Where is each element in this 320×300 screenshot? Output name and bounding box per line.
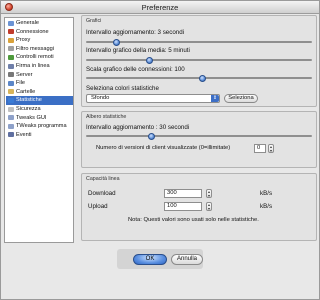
server-icon [8,72,14,78]
chevron-updown-icon: ⇕ [211,95,219,102]
sidebar-item-label: Eventi [16,131,32,138]
title-bar: Preferenze [1,1,319,14]
stats-tree-group-title: Albero statistiche [86,114,127,120]
line-capacity-group-title: Capacità linea [86,176,120,182]
update-interval-label: Intervallo aggiornamento: 3 secondi [86,29,185,36]
message-filter-icon [8,46,14,52]
download-unit: kB/s [260,190,273,197]
connections-scale-slider[interactable] [86,74,312,82]
stats-tree-group: Albero statistiche Intervallo aggiorname… [81,111,317,168]
tree-update-interval-thumb[interactable] [148,132,156,140]
general-icon [8,20,14,26]
statistics-panel: Grafici Intervallo aggiornamento: 3 seco… [79,15,319,245]
sidebar-item[interactable]: Connessione [6,28,73,36]
update-interval-slider[interactable] [86,38,312,46]
connections-scale-label: Scala grafico delle connessioni: 100 [86,66,185,73]
sidebar-item[interactable]: Controlli remoti [6,53,73,61]
sidebar-item-label: Proxy [16,37,31,44]
capacity-note: Nota: Questi valori sono usati solo nell… [128,217,259,223]
sidebar-item-label: Generale [16,20,40,26]
connections-scale-thumb[interactable] [198,74,206,82]
folder-icon [8,89,14,95]
average-interval-thumb[interactable] [146,56,154,64]
sidebar-item-label: Cartelle [16,88,36,95]
upload-unit: kB/s [260,203,273,210]
select-color-button[interactable]: Seleziona [224,94,258,103]
sidebar-item[interactable]: File [6,79,73,87]
preferences-window: Preferenze Generale Connessione Proxy Filtr… [0,0,320,300]
download-label: Download [88,190,116,197]
sidebar-item[interactable]: Tweaks GUI [6,114,73,122]
sidebar-item[interactable]: Sicurezza [6,105,73,113]
sidebar-item[interactable]: Proxy [6,36,73,44]
sidebar-item-label: Sicurezza [16,106,41,112]
charts-group: Grafici Intervallo aggiornamento: 3 seco… [81,15,317,107]
tweaks-program-icon [8,123,14,129]
sidebar-item-label: File [16,80,26,87]
client-versions-stepper[interactable]: ▴ ▾ [268,144,274,153]
tweaks-gui-icon [8,115,14,121]
sidebar-item-label: Firma in linea [16,63,50,69]
sidebar-item[interactable]: Eventi [6,131,73,139]
download-stepper[interactable]: ▴ ▾ [206,189,212,198]
client-versions-field[interactable]: 0 [254,144,266,153]
client-versions-label: Numero di versioni di client visualizzat… [96,145,231,151]
sidebar-item-label: Connessione [16,28,49,35]
tree-update-interval-slider[interactable] [86,132,312,140]
download-field[interactable]: 300 [164,189,202,198]
tree-update-interval-label: Intervallo aggiornamento : 30 secondi [86,124,190,131]
charts-group-title: Grafici [86,18,102,24]
color-select-popup[interactable]: Sfondo ⇕ [86,94,220,103]
sidebar-item-label: TWeaks programma [16,123,67,130]
security-icon [8,106,14,112]
file-icon [8,80,14,86]
sidebar-item[interactable]: TWeaks programma [6,122,73,130]
sidebar-item[interactable]: Firma in linea [6,62,73,70]
ok-button[interactable]: OK [133,254,167,265]
sidebar-item-label: Filtro messaggi [16,45,54,52]
dialog-buttons-bar: OK Annulla [117,249,203,269]
statistics-icon [8,97,14,103]
color-select-label: Seleziona colori statistiche [86,85,159,92]
online-signature-icon [8,63,14,69]
upload-stepper[interactable]: ▴ ▾ [206,202,212,211]
remote-control-icon [8,54,14,60]
color-select-value: Sfondo [91,95,110,101]
sidebar-item[interactable]: Filtro messaggi [6,45,73,53]
sidebar-item-label: Controlli remoti [16,54,54,61]
sidebar-item[interactable]: Statistiche [6,96,73,105]
proxy-icon [8,37,14,43]
sidebar-item-label: Statistiche [16,97,42,104]
sidebar-item[interactable]: Server [6,71,73,79]
upload-label: Upload [88,203,108,210]
connection-icon [8,29,14,35]
line-capacity-group: Capacità linea Download 300 ▴ ▾ kB/s Uplo… [81,173,317,241]
sidebar-item-label: Server [16,71,33,78]
sidebar: Generale Connessione Proxy Filtro messaggi C… [4,17,74,243]
upload-field[interactable]: 100 [164,202,202,211]
cancel-button[interactable]: Annulla [171,254,203,265]
events-icon [8,132,14,138]
average-interval-slider[interactable] [86,56,312,64]
sidebar-item-label: Tweaks GUI [16,114,47,121]
sidebar-item[interactable]: Cartelle [6,88,73,96]
window-title: Preferenze [141,3,179,12]
sidebar-item[interactable]: Generale [6,19,73,27]
average-interval-label: Intervallo grafico della media: 5 minuti [86,47,190,54]
update-interval-thumb[interactable] [113,38,121,46]
